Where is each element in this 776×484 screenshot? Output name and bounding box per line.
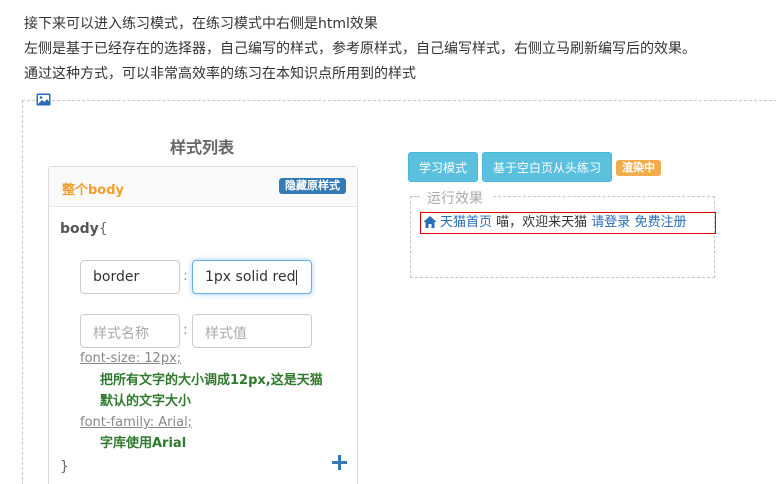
close-brace: } (60, 459, 69, 475)
style-panel: 整个body 隐藏原样式 body{ border : 1px solid re… (48, 166, 358, 484)
intro-line-1: 接下来可以进入练习模式，在练习模式中右侧是html效果 (24, 16, 378, 32)
reference-description: 把所有文字的大小调成12px,这是天猫 默认的文字大小 (100, 370, 323, 412)
style-row-1: border : 1px solid red (80, 260, 320, 294)
style-name-input[interactable]: border (80, 260, 180, 294)
style-value-text: 1px solid red (205, 269, 296, 285)
text-cursor (296, 269, 298, 285)
colon: : (183, 268, 188, 284)
home-icon (423, 215, 437, 228)
plus-icon[interactable] (332, 455, 347, 470)
tmall-home-link[interactable]: 天猫首页 (440, 215, 492, 230)
open-brace: { (98, 221, 108, 237)
style-row-2: 样式名称 : 样式值 (80, 314, 320, 348)
style-name-input-empty[interactable]: 样式名称 (80, 314, 180, 348)
hide-original-style-button[interactable]: 隐藏原样式 (279, 178, 346, 194)
register-link[interactable]: 免费注册 (634, 215, 686, 230)
intro-line-3: 通过这种方式，可以非常高效率的练习在本知识点所用到的样式 (24, 66, 416, 82)
preview-bar: 天猫首页 喵，欢迎来天猫 请登录 免费注册 (420, 212, 716, 234)
study-mode-button[interactable]: 学习模式 (408, 152, 478, 182)
reference-description-line: 默认的文字大小 (100, 394, 192, 409)
blank-page-practice-button[interactable]: 基于空白页从头练习 (482, 152, 612, 182)
greeting-text: 喵，欢迎来天猫 (492, 215, 592, 230)
reference-style-font-size[interactable]: font-size: 12px; (80, 351, 181, 366)
style-value-input-empty[interactable]: 样式值 (192, 314, 312, 348)
selector-line: body{ (60, 221, 108, 237)
selector-name: body (60, 221, 99, 237)
login-link[interactable]: 请登录 (591, 215, 630, 230)
reference-style-font-family[interactable]: font-family: Arial; (80, 415, 192, 430)
style-list-title: 样式列表 (170, 138, 235, 157)
rendering-badge: 渲染中 (616, 160, 661, 176)
reference-description: 字库使用Arial (100, 436, 187, 451)
run-result-box (410, 196, 715, 278)
image-icon (36, 93, 51, 106)
colon: : (183, 322, 188, 338)
intro-text: 接下来可以进入练习模式，在练习模式中右侧是html效果 左侧是基于已经存在的选择… (24, 12, 696, 87)
panel-header: 整个body 隐藏原样式 (49, 167, 357, 207)
intro-line-2: 左侧是基于已经存在的选择器，自己编写的样式，参考原样式，自己编写样式，右侧立马刷… (24, 41, 696, 57)
run-result-label: 运行效果 (425, 188, 485, 208)
panel-selector-name: 整个body (62, 183, 125, 198)
reference-description-line: 把所有文字的大小调成12px,这是天猫 (100, 373, 323, 388)
style-value-input[interactable]: 1px solid red (192, 260, 312, 294)
